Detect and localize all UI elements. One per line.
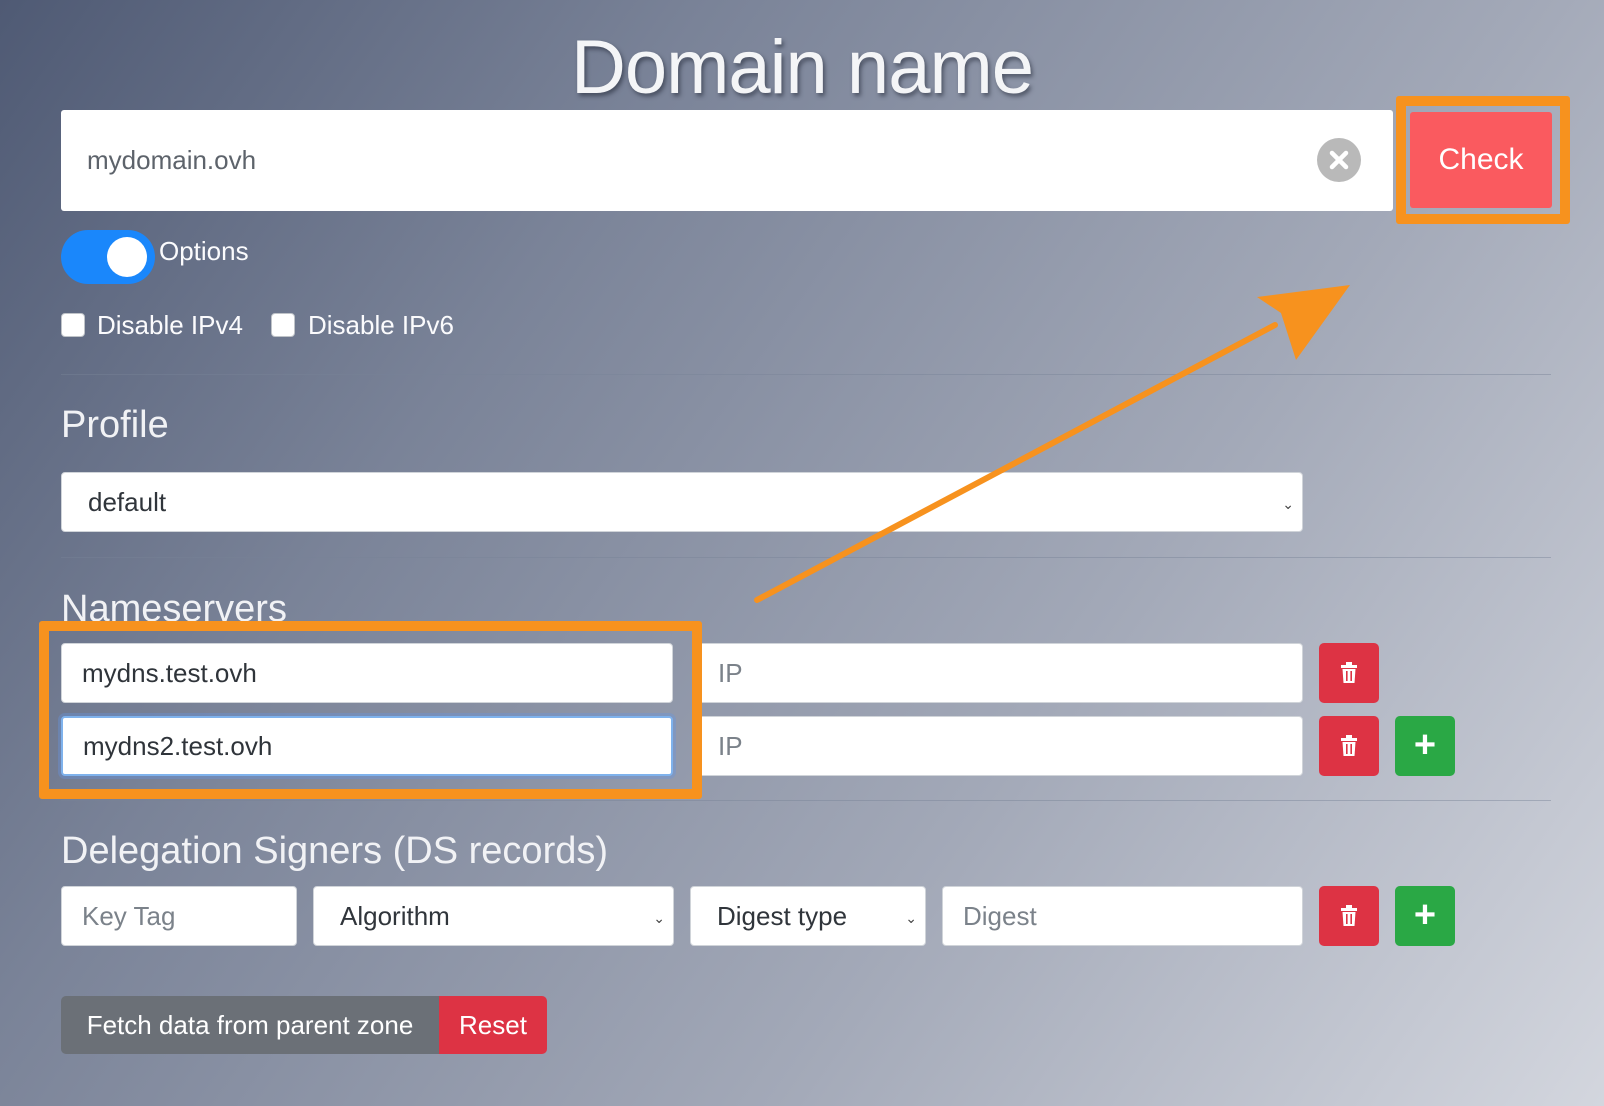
annotation-arrow-icon — [754, 285, 1350, 603]
